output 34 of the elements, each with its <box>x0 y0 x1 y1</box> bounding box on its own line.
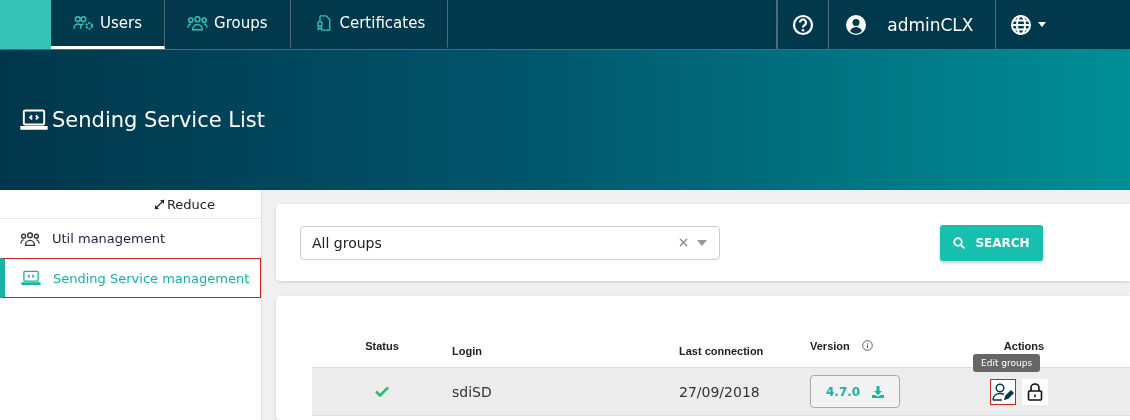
user-edit-icon <box>992 382 1014 401</box>
clear-icon[interactable] <box>679 238 688 247</box>
column-header: Actions <box>1003 339 1045 352</box>
nav-tab[interactable]: Certificates <box>290 0 449 49</box>
lock-button[interactable] <box>1022 378 1048 405</box>
info-icon <box>861 340 873 351</box>
column-header: Version <box>810 339 850 352</box>
tooltip: Edit groups <box>973 353 1041 372</box>
column-header: Status <box>365 339 399 352</box>
globe-icon <box>1009 13 1032 36</box>
column-header: Last connection <box>679 344 764 357</box>
download-icon <box>872 385 885 398</box>
help-icon <box>792 13 815 36</box>
caret-icon <box>1037 22 1046 27</box>
reduce-button[interactable]: Reduce <box>153 190 215 218</box>
edit-groups-button[interactable] <box>990 378 1016 405</box>
group-icon <box>20 230 40 247</box>
sidebar-item[interactable]: Util management <box>0 218 261 258</box>
table-cell: 27/09/2018 <box>679 383 760 400</box>
users-gear-icon <box>73 15 94 31</box>
caret-icon <box>697 239 707 246</box>
group-select[interactable]: All groups <box>300 225 720 260</box>
column-header: Login <box>452 344 482 357</box>
laptop-icon <box>21 270 41 286</box>
collapse-arrows-icon <box>153 198 165 210</box>
user-avatar-icon <box>845 13 868 36</box>
table-cell: sdiSD <box>452 383 492 400</box>
page-title: Sending Service List <box>52 108 266 132</box>
group-icon <box>187 15 208 31</box>
lock-icon <box>1027 382 1043 401</box>
user-menu-button[interactable]: adminCLX <box>828 0 996 49</box>
nav-tab[interactable]: Groups <box>165 0 291 49</box>
laptop-icon <box>20 108 48 132</box>
search-icon <box>953 236 966 249</box>
